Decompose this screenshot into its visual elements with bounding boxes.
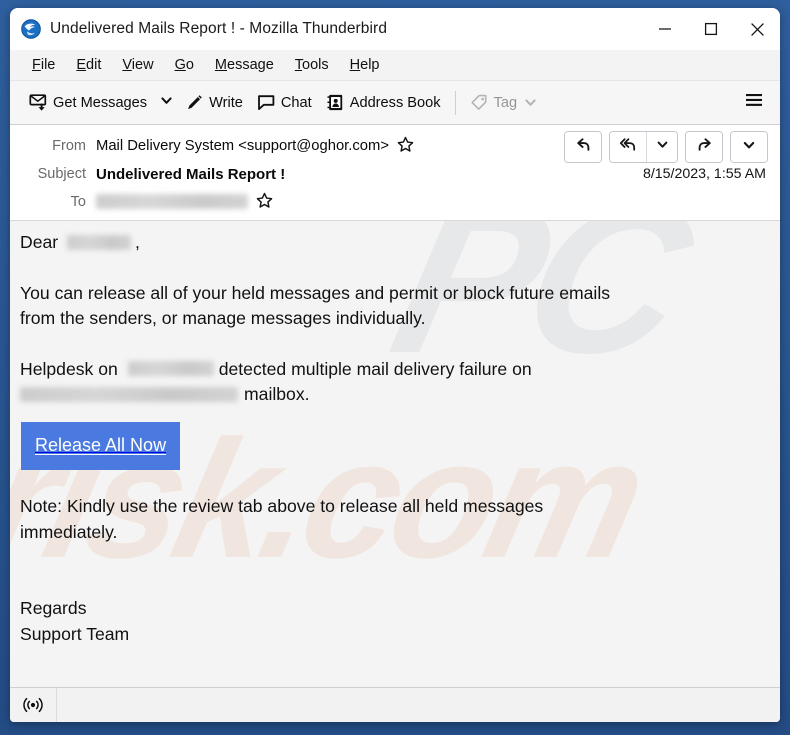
more-actions-dropdown[interactable] xyxy=(731,132,767,162)
greeting-line: Dear , xyxy=(20,230,766,256)
menu-tools[interactable]: Tools xyxy=(286,55,338,75)
to-star-outline-icon[interactable] xyxy=(256,192,273,213)
chat-button[interactable]: Chat xyxy=(250,88,319,118)
menu-help[interactable]: Help xyxy=(341,55,389,75)
paragraph-2-middle: detected multiple mail delivery failure … xyxy=(218,358,532,379)
greeting-name-redacted xyxy=(67,234,132,250)
window-title: Undelivered Mails Report ! - Mozilla Thu… xyxy=(50,20,388,37)
signoff: Regards Support Team xyxy=(20,596,766,647)
write-label: Write xyxy=(209,94,243,111)
get-messages-dropdown[interactable] xyxy=(154,89,178,117)
forward-button[interactable] xyxy=(686,132,722,162)
message-actions xyxy=(564,131,768,163)
paragraph-1-line-1: You can release all of your held message… xyxy=(20,282,611,303)
menu-message[interactable]: Message xyxy=(206,55,283,75)
reply-all-button-group xyxy=(609,131,678,163)
signoff-line-2: Support Team xyxy=(20,623,130,644)
menu-bar: File Edit View Go Message Tools Help xyxy=(10,50,780,81)
main-toolbar: Get Messages Write Chat Address Book Tag xyxy=(10,81,780,125)
paragraph-2-prefix: Helpdesk on xyxy=(20,358,118,379)
chevron-down-icon xyxy=(160,94,173,112)
get-messages-icon xyxy=(29,93,48,112)
reply-button[interactable] xyxy=(565,132,601,162)
subject-value: Undelivered Mails Report ! xyxy=(96,165,286,183)
minimize-button[interactable] xyxy=(642,8,688,50)
forward-button-group xyxy=(685,131,723,163)
reply-icon xyxy=(575,136,592,158)
note-paragraph: Note: Kindly use the review tab above to… xyxy=(20,494,766,545)
paragraph-2: Helpdesk on detected multiple mail deliv… xyxy=(20,357,766,408)
hamburger-menu-icon xyxy=(744,92,764,113)
reply-all-icon xyxy=(619,136,637,158)
chevron-down-icon xyxy=(656,138,669,156)
reply-button-group xyxy=(564,131,602,163)
to-row: To xyxy=(10,188,780,216)
thunderbird-window: Undelivered Mails Report ! - Mozilla Thu… xyxy=(10,8,780,722)
body-text: Dear , You can release all of your held … xyxy=(20,230,766,647)
chat-label: Chat xyxy=(280,94,312,111)
pencil-icon xyxy=(185,93,204,112)
message-header: From Mail Delivery System <support@oghor… xyxy=(10,125,780,221)
maximize-button[interactable] xyxy=(688,8,734,50)
window-controls xyxy=(642,8,780,50)
message-date: 8/15/2023, 1:55 AM xyxy=(642,166,766,182)
menu-go[interactable]: Go xyxy=(166,55,203,75)
release-all-now-button[interactable]: Release All Now xyxy=(21,421,181,470)
greeting-prefix: Dear xyxy=(20,232,59,252)
address-book-icon xyxy=(326,93,345,112)
from-value[interactable]: Mail Delivery System <support@oghor.com> xyxy=(96,138,389,154)
get-messages-label: Get Messages xyxy=(53,94,148,111)
from-value-wrap: Mail Delivery System <support@oghor.com> xyxy=(96,136,414,157)
to-value-redacted xyxy=(96,193,248,209)
paragraph-2-suffix: mailbox. xyxy=(244,384,310,404)
signoff-line-1: Regards xyxy=(20,598,87,618)
domain-redacted-1 xyxy=(127,361,214,377)
release-all-now-label: Release All Now xyxy=(35,434,167,455)
get-messages-button[interactable]: Get Messages xyxy=(22,88,154,118)
address-book-label: Address Book xyxy=(349,94,441,111)
tag-icon xyxy=(470,93,489,112)
message-body: PC risk.com Dear , You can release all o… xyxy=(10,221,780,687)
to-value-wrap xyxy=(96,192,273,213)
email-redacted-2 xyxy=(20,386,238,402)
thunderbird-logo-icon xyxy=(21,19,41,39)
subject-row: Subject Undelivered Mails Report ! 8/15/… xyxy=(10,160,780,188)
menu-view[interactable]: View xyxy=(113,55,162,75)
subject-label: Subject xyxy=(37,166,86,182)
paragraph-1-line-2: from the senders, or manage messages ind… xyxy=(20,308,426,328)
close-button[interactable] xyxy=(734,8,780,50)
broadcast-icon[interactable] xyxy=(10,688,57,722)
paragraph-2-line-2: mailbox. xyxy=(20,382,766,408)
menu-file[interactable]: File xyxy=(23,55,64,75)
forward-icon xyxy=(696,136,713,158)
paragraph-1: You can release all of your held message… xyxy=(20,281,766,332)
toolbar-separator xyxy=(454,90,456,115)
chat-bubble-icon xyxy=(257,93,276,112)
tag-button[interactable]: Tag xyxy=(463,88,545,118)
to-label: To xyxy=(70,194,86,210)
reply-all-button[interactable] xyxy=(610,132,646,162)
greeting-suffix: , xyxy=(135,232,140,252)
desktop-background: Undelivered Mails Report ! - Mozilla Thu… xyxy=(0,0,790,735)
menu-edit[interactable]: Edit xyxy=(67,55,110,75)
tag-label: Tag xyxy=(493,94,518,111)
paragraph-2-line-1: Helpdesk on detected multiple mail deliv… xyxy=(20,357,766,383)
tag-chevron-down-icon xyxy=(524,96,537,109)
chevron-down-icon xyxy=(742,138,756,157)
app-menu-button[interactable] xyxy=(738,88,770,118)
from-star-outline-icon[interactable] xyxy=(397,136,414,157)
more-actions-group xyxy=(730,131,768,163)
title-bar: Undelivered Mails Report ! - Mozilla Thu… xyxy=(10,8,780,50)
from-label: From xyxy=(52,138,86,154)
status-bar xyxy=(10,687,780,722)
address-book-button[interactable]: Address Book xyxy=(319,88,448,118)
note-line-2: immediately. xyxy=(20,521,118,542)
note-line-1: Note: Kindly use the review tab above to… xyxy=(20,496,544,516)
write-button[interactable]: Write xyxy=(178,88,250,118)
reply-all-dropdown[interactable] xyxy=(646,132,677,162)
